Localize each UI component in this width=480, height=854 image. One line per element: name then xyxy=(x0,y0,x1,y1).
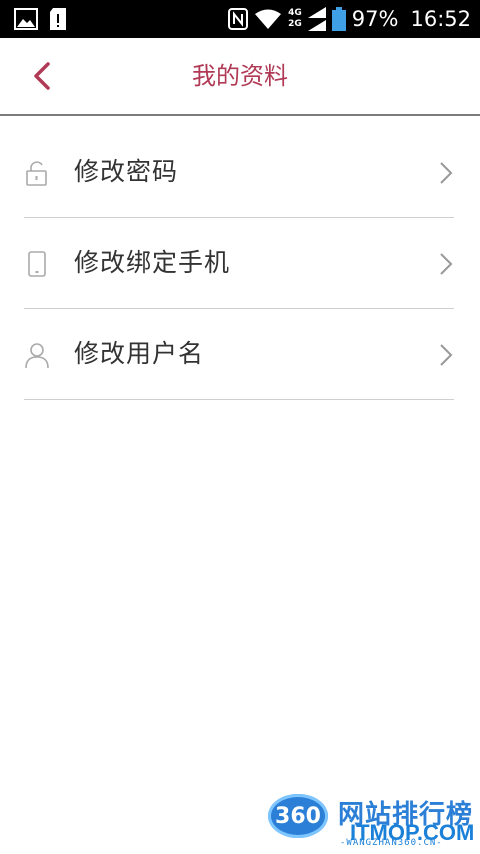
watermark-subdomain: -WANGZHAN360.CN- xyxy=(340,838,443,848)
phone-icon xyxy=(28,251,46,277)
network-type: 4G 2G xyxy=(288,8,302,30)
site-watermark: 360 网站排行榜 ITMOP.COM -WANGZHAN360.CN- xyxy=(268,790,480,852)
user-icon xyxy=(25,343,49,368)
menu-item-label: 修改用户名 xyxy=(74,339,205,368)
network-4g: 4G xyxy=(288,8,302,18)
gallery-notification-icon xyxy=(14,8,38,30)
profile-menu: 修改密码 修改绑定手机 修改用户名 xyxy=(0,127,480,400)
battery-icon xyxy=(331,7,346,31)
lock-icon xyxy=(26,161,47,186)
chevron-right-icon xyxy=(440,162,453,184)
change-password-item[interactable]: 修改密码 xyxy=(24,127,454,218)
wifi-icon xyxy=(255,9,282,29)
battery-percent: 97% xyxy=(351,7,399,31)
page-title: 我的资料 xyxy=(192,62,288,90)
sd-card-alert-icon xyxy=(50,8,66,30)
menu-item-label: 修改绑定手机 xyxy=(74,248,231,277)
change-bound-phone-item[interactable]: 修改绑定手机 xyxy=(24,218,454,309)
nfc-icon xyxy=(228,8,249,30)
watermark-logo: 360 xyxy=(268,794,328,838)
chevron-right-icon xyxy=(440,253,453,275)
status-bar: 4G 2G 97% 16:52 xyxy=(0,0,480,38)
menu-item-label: 修改密码 xyxy=(74,157,179,186)
app-bar: 我的资料 xyxy=(0,38,480,116)
signal-icon xyxy=(307,7,326,31)
clock: 16:52 xyxy=(410,7,471,31)
network-2g: 2G xyxy=(288,19,302,29)
chevron-right-icon xyxy=(440,344,453,366)
change-username-item[interactable]: 修改用户名 xyxy=(24,309,454,400)
